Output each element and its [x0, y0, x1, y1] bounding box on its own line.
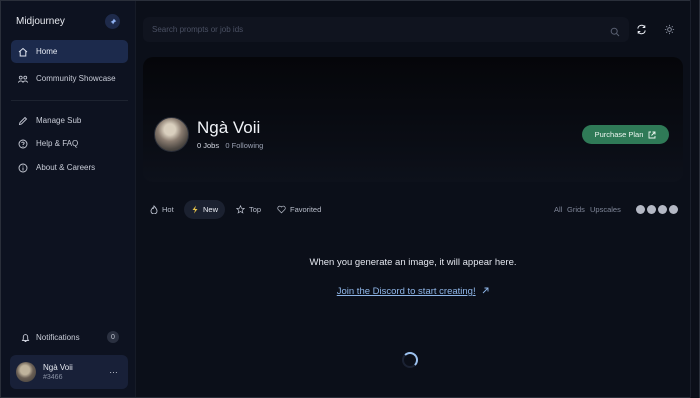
avatar [16, 362, 36, 382]
frown-emoji-icon[interactable] [658, 205, 667, 214]
tab-hot[interactable]: Hot [143, 200, 181, 219]
sidebar-item-label: Home [36, 47, 58, 56]
purchase-plan-button[interactable]: Purchase Plan [582, 125, 669, 144]
neutral-emoji-icon[interactable] [647, 205, 656, 214]
heart-icon [277, 205, 286, 214]
more-options-icon[interactable]: … [109, 365, 118, 375]
sidebar-item-help-faq[interactable]: Help & FAQ [11, 132, 128, 155]
filter-grids[interactable]: Grids [567, 205, 585, 214]
star-icon [236, 205, 245, 214]
notifications-label: Notifications [36, 333, 80, 342]
sidebar-item-community-showcase[interactable]: Community Showcase [11, 67, 128, 90]
pin-button[interactable] [105, 14, 120, 29]
info-icon [18, 163, 28, 173]
notifications-item[interactable]: Notifications 0 [11, 329, 128, 346]
help-icon [18, 139, 28, 149]
tab-label: Top [249, 205, 262, 214]
sidebar-item-home[interactable]: Home [11, 40, 128, 63]
loading-spinner [402, 352, 418, 368]
external-link-icon [648, 131, 656, 139]
profile-avatar [154, 117, 189, 152]
sidebar-item-label: Community Showcase [36, 74, 116, 83]
empty-state-message: When you generate an image, it will appe… [309, 257, 517, 268]
jobs-label: Jobs [203, 141, 220, 150]
following-count: 0 [225, 141, 230, 150]
user-tag: #3466 [43, 374, 63, 381]
smile-emoji-icon[interactable] [636, 205, 645, 214]
home-icon [18, 47, 28, 57]
theme-toggle-icon[interactable] [662, 22, 676, 36]
edit-icon [18, 116, 28, 126]
sidebar-item-manage-sub[interactable]: Manage Sub [11, 109, 128, 132]
notifications-count-badge: 0 [107, 331, 119, 343]
profile-name: Ngà Voii [197, 118, 261, 137]
search-input[interactable] [152, 25, 592, 34]
scrollbar[interactable] [690, 0, 699, 398]
tab-new[interactable]: New [184, 200, 226, 219]
tab-top[interactable]: Top [229, 200, 268, 219]
rating-filters [636, 205, 678, 214]
tab-favorited[interactable]: Favorited [270, 200, 328, 219]
sidebar-item-label: Manage Sub [36, 116, 82, 125]
discord-cta: Join the Discord to start creating! [143, 286, 683, 297]
tab-label: Hot [162, 205, 174, 214]
brand-logo[interactable]: Midjourney [16, 16, 65, 27]
jobs-count: 0 [197, 141, 202, 150]
sidebar-divider [11, 100, 128, 101]
sidebar-item-about-careers[interactable]: About & Careers [11, 156, 128, 179]
user-name: Ngà Voii [43, 363, 73, 372]
grin-emoji-icon[interactable] [669, 205, 678, 214]
sidebar-item-label: About & Careers [36, 163, 96, 172]
bolt-icon [191, 205, 199, 214]
arrow-up-right-icon [482, 287, 489, 294]
refresh-icon[interactable] [634, 22, 648, 36]
flame-icon [150, 205, 158, 214]
bell-icon [21, 333, 30, 343]
profile-stats: 0 Jobs 0 Following [197, 141, 263, 150]
pin-icon [109, 13, 117, 31]
discord-link[interactable]: Join the Discord to start creating! [337, 286, 476, 297]
sidebar: Midjourney Home Community Showcase Manag… [1, 1, 136, 397]
tab-label: New [203, 205, 219, 214]
following-label: Following [231, 141, 264, 150]
community-icon [18, 74, 28, 84]
purchase-plan-label: Purchase Plan [594, 130, 644, 139]
tab-label: Favorited [290, 205, 322, 214]
user-card[interactable]: Ngà Voii #3466 … [10, 355, 128, 389]
search-icon[interactable] [610, 24, 620, 42]
filter-all[interactable]: All [554, 205, 562, 214]
sidebar-item-label: Help & FAQ [36, 139, 79, 148]
filter-upscales[interactable]: Upscales [590, 205, 621, 214]
search-bar [143, 17, 629, 42]
